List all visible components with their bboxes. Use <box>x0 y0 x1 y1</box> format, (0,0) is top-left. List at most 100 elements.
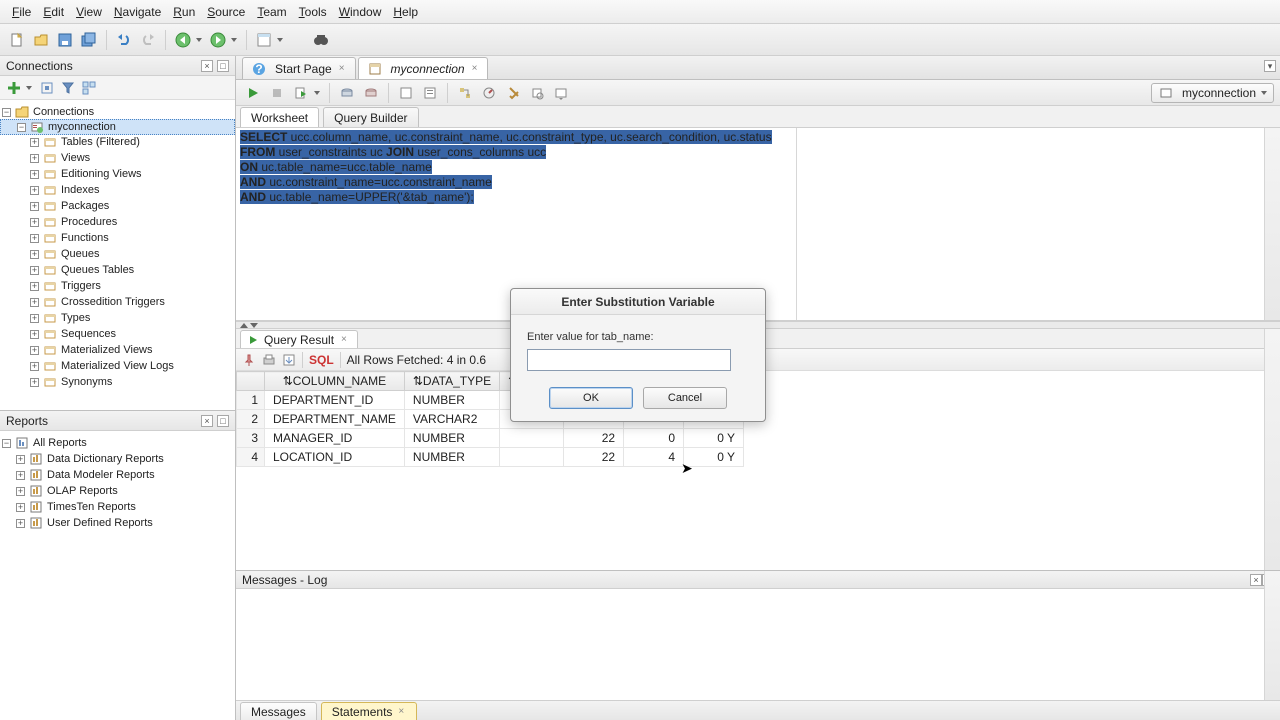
expander-icon[interactable]: − <box>17 123 26 132</box>
dbms-output-icon[interactable] <box>550 82 572 104</box>
menu-file[interactable]: File <box>6 3 37 21</box>
tab-start-page[interactable]: ? Start Page × <box>242 57 356 79</box>
unshared-sql-icon[interactable] <box>395 82 417 104</box>
tab-worksheet[interactable]: Worksheet <box>240 107 319 127</box>
tree-item[interactable]: +Data Dictionary Reports <box>0 451 235 467</box>
expander-icon[interactable]: + <box>16 503 25 512</box>
expander-icon[interactable]: + <box>30 314 39 323</box>
sql-worksheet-icon[interactable] <box>253 29 275 51</box>
maximize-icon[interactable]: □ <box>217 60 229 72</box>
tree-item[interactable]: +User Defined Reports <box>0 515 235 531</box>
save-icon[interactable] <box>54 29 76 51</box>
sql-tuning-icon[interactable] <box>526 82 548 104</box>
binoculars-icon[interactable] <box>310 29 332 51</box>
tab-query-result[interactable]: Query Result × <box>240 330 358 348</box>
expander-icon[interactable]: + <box>30 202 39 211</box>
menu-tools[interactable]: Tools <box>293 3 333 21</box>
sql-history-icon[interactable] <box>419 82 441 104</box>
tree-root[interactable]: − Connections <box>0 104 235 120</box>
tree-root[interactable]: − All Reports <box>0 435 235 451</box>
menu-navigate[interactable]: Navigate <box>108 3 167 21</box>
close-icon[interactable]: × <box>396 706 406 717</box>
close-icon[interactable]: × <box>339 334 349 345</box>
expander-icon[interactable]: + <box>16 519 25 528</box>
expander-icon[interactable]: + <box>16 455 25 464</box>
menu-window[interactable]: Window <box>333 3 388 21</box>
expander-icon[interactable]: + <box>30 170 39 179</box>
autotrace-icon[interactable] <box>478 82 500 104</box>
tree-item[interactable]: +Queues Tables <box>0 262 235 278</box>
expander-icon[interactable]: + <box>30 250 39 259</box>
scrollbar[interactable] <box>1264 571 1280 700</box>
tree-item[interactable]: +Views <box>0 150 235 166</box>
tree-item[interactable]: +Functions <box>0 230 235 246</box>
tab-menu-icon[interactable]: ▾ <box>1264 60 1276 72</box>
menu-source[interactable]: Source <box>201 3 251 21</box>
new-connection-icon[interactable] <box>5 79 23 97</box>
back-icon[interactable] <box>172 29 194 51</box>
expander-icon[interactable]: + <box>16 471 25 480</box>
expander-icon[interactable]: − <box>2 108 11 117</box>
table-row[interactable]: 4LOCATION_IDNUMBER2240 Y <box>237 448 744 467</box>
redo-icon[interactable] <box>137 29 159 51</box>
forward-dropdown[interactable] <box>231 38 240 42</box>
expander-icon[interactable]: + <box>16 487 25 496</box>
tree-item[interactable]: +Sequences <box>0 326 235 342</box>
expander-icon[interactable]: + <box>30 330 39 339</box>
expander-icon[interactable]: + <box>30 282 39 291</box>
tree-item[interactable]: +TimesTen Reports <box>0 499 235 515</box>
close-icon[interactable]: × <box>470 63 480 74</box>
expander-icon[interactable]: + <box>30 218 39 227</box>
expander-icon[interactable]: + <box>30 234 39 243</box>
tab-messages[interactable]: Messages <box>240 702 317 720</box>
close-icon[interactable]: × <box>337 63 347 74</box>
expander-icon[interactable]: − <box>2 439 11 448</box>
connection-selector[interactable]: myconnection <box>1151 83 1274 103</box>
expander-icon[interactable]: + <box>30 138 39 147</box>
menu-help[interactable]: Help <box>387 3 424 21</box>
tree-item[interactable]: +Materialized View Logs <box>0 358 235 374</box>
commit-icon[interactable] <box>336 82 358 104</box>
tree-item[interactable]: +Types <box>0 310 235 326</box>
tree-item[interactable]: +Procedures <box>0 214 235 230</box>
forward-icon[interactable] <box>207 29 229 51</box>
cancel-button[interactable]: Cancel <box>643 387 727 409</box>
open-icon[interactable] <box>30 29 52 51</box>
tree-item[interactable]: +Triggers <box>0 278 235 294</box>
ok-button[interactable]: OK <box>549 387 633 409</box>
expander-icon[interactable]: + <box>30 186 39 195</box>
tab-query-builder[interactable]: Query Builder <box>323 107 418 127</box>
rollback-icon[interactable] <box>360 82 382 104</box>
tab-connection[interactable]: myconnection × <box>358 57 489 79</box>
menu-run[interactable]: Run <box>167 3 201 21</box>
new-connection-dropdown[interactable] <box>26 86 35 90</box>
expander-icon[interactable]: + <box>30 346 39 355</box>
sql-label[interactable]: SQL <box>309 353 334 367</box>
run-script-icon[interactable] <box>290 82 312 104</box>
expander-icon[interactable]: + <box>30 154 39 163</box>
collapse-icon[interactable] <box>80 79 98 97</box>
tree-item[interactable]: +Editioning Views <box>0 166 235 182</box>
menu-edit[interactable]: Edit <box>37 3 70 21</box>
menu-view[interactable]: View <box>70 3 108 21</box>
scrollbar[interactable] <box>1264 128 1280 320</box>
tree-item[interactable]: +Data Modeler Reports <box>0 467 235 483</box>
tree-item[interactable]: +Queues <box>0 246 235 262</box>
expander-icon[interactable]: + <box>30 298 39 307</box>
tree-item[interactable]: +Tables (Filtered) <box>0 134 235 150</box>
pin-icon[interactable] <box>242 353 256 367</box>
connections-tree[interactable]: − Connections − myconnection +Tables (Fi… <box>0 100 235 410</box>
export-icon[interactable] <box>282 353 296 367</box>
print-icon[interactable] <box>262 353 276 367</box>
table-row[interactable]: 3MANAGER_IDNUMBER2200 Y <box>237 429 744 448</box>
tree-connection[interactable]: − myconnection <box>0 119 235 135</box>
expander-icon[interactable]: + <box>30 266 39 275</box>
messages-body[interactable] <box>236 589 1280 700</box>
menu-team[interactable]: Team <box>251 3 292 21</box>
reports-tree[interactable]: − All Reports +Data Dictionary Reports+D… <box>0 431 235 720</box>
refresh-icon[interactable] <box>38 79 56 97</box>
tab-statements[interactable]: Statements× <box>321 702 418 720</box>
tree-item[interactable]: +OLAP Reports <box>0 483 235 499</box>
sql-worksheet-dropdown[interactable] <box>277 38 286 42</box>
new-icon[interactable] <box>6 29 28 51</box>
